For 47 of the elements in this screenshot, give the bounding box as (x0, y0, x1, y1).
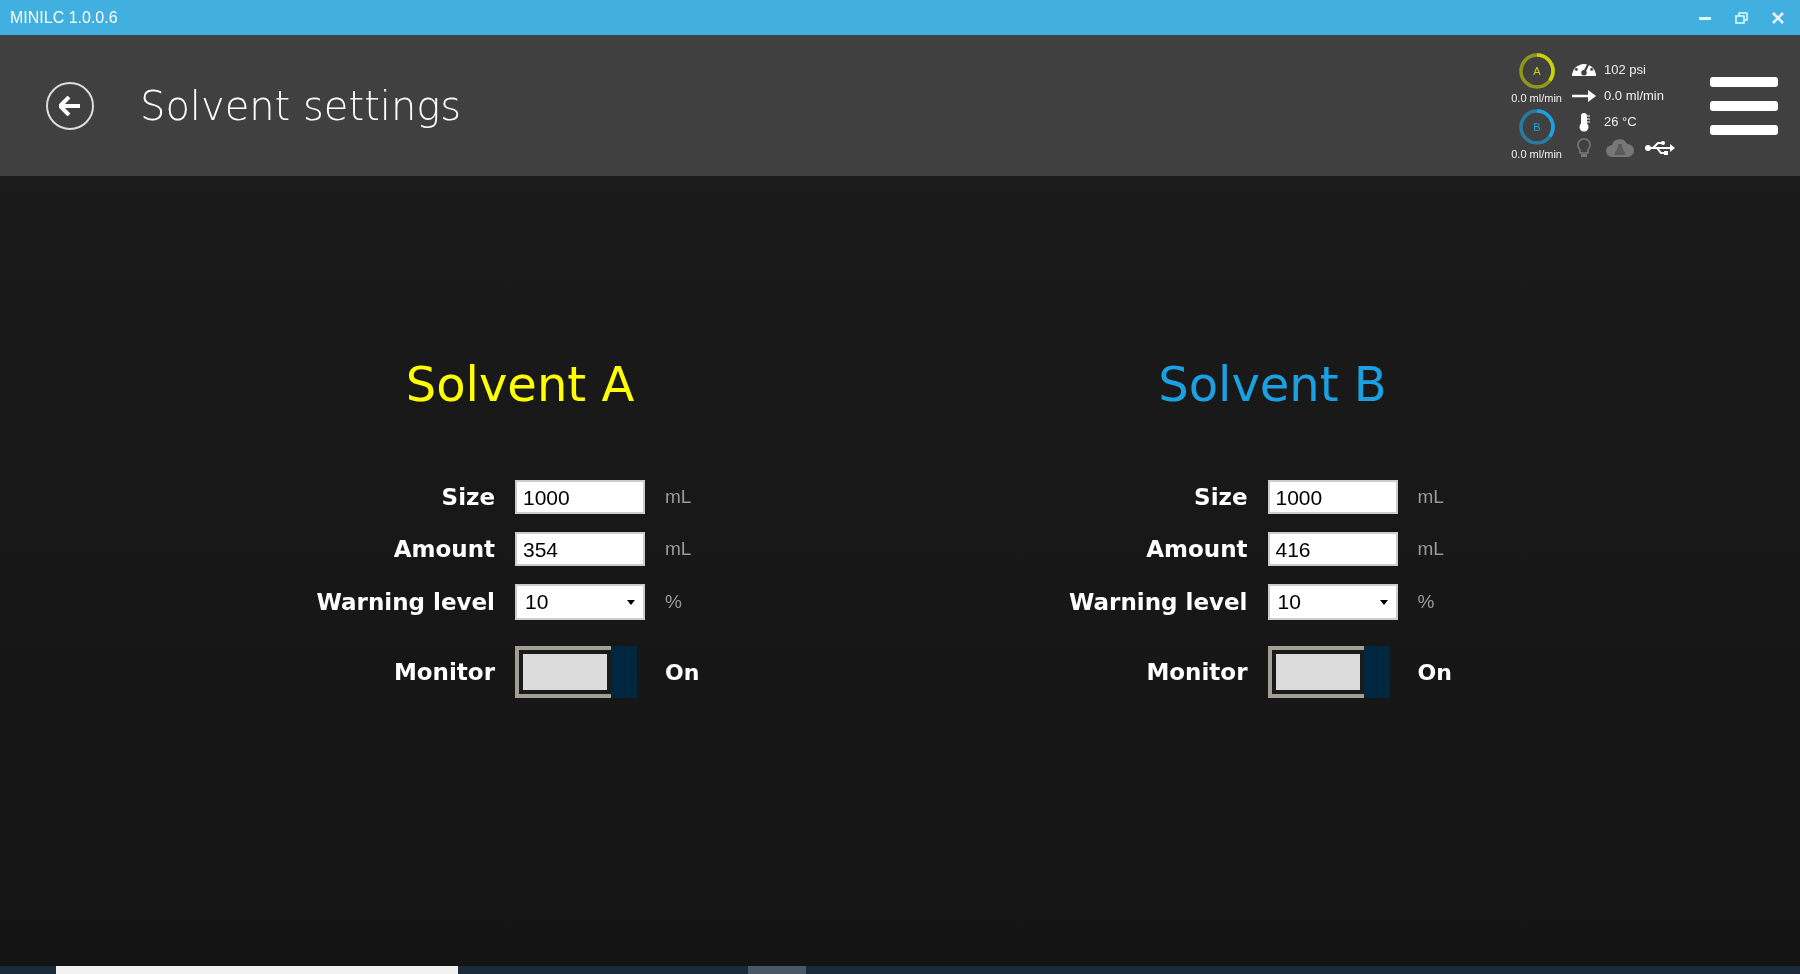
solvent-title: Solvent B (1157, 358, 1388, 410)
size-field[interactable]: 1000 (1267, 480, 1398, 514)
field-label: Monitor (1146, 659, 1248, 685)
amount-field[interactable]: 416 (1267, 532, 1398, 566)
restore-icon[interactable] (1735, 11, 1748, 24)
temperature-reading: 26 °C (1604, 114, 1637, 129)
unit-label: mL (1417, 538, 1445, 560)
monitor-toggle[interactable] (1267, 646, 1390, 698)
unit-label: % (665, 591, 683, 613)
unit-label: mL (1417, 486, 1445, 508)
caret-icon (1379, 599, 1388, 605)
pump-flow: 0.0 ml/min (1511, 91, 1562, 104)
field-label: Monitor (393, 659, 495, 685)
field-label: Amount (393, 536, 495, 562)
close-icon[interactable] (1772, 11, 1784, 24)
field-label: Warning level (1069, 589, 1248, 615)
field-label: Warning level (316, 589, 495, 615)
pump-flow: 0.0 ml/min (1511, 147, 1562, 160)
arrow-right-icon (1572, 88, 1596, 103)
toggle-state-label: On (1417, 659, 1453, 685)
pump-gauge-icon: A (1517, 51, 1556, 90)
arrow-left-icon (59, 95, 81, 116)
warning-level-dropdown[interactable]: 10 (515, 584, 645, 620)
unit-label: mL (665, 538, 693, 560)
solvent-title: Solvent A (404, 358, 636, 410)
warning-level-dropdown[interactable]: 10 (1267, 584, 1398, 620)
back-button[interactable] (46, 81, 94, 130)
window-title: MINILC 1.0.0.6 (10, 8, 118, 27)
field-label: Amount (1146, 536, 1248, 562)
page-title: Solvent settings (140, 82, 462, 129)
field-label: Size (1194, 484, 1248, 510)
flow-reading: 0.0 ml/min (1604, 88, 1664, 103)
gauge-icon (1572, 63, 1596, 76)
caret-icon (627, 599, 635, 605)
menu-button[interactable] (1710, 76, 1778, 135)
toggle-state-label: On (665, 659, 701, 685)
thermometer-icon (1578, 111, 1590, 132)
field-label: Size (441, 484, 495, 510)
amount-field[interactable]: 354 (515, 532, 645, 566)
minimize-icon[interactable] (1699, 15, 1711, 20)
monitor-toggle[interactable] (515, 646, 637, 698)
unit-label: % (1417, 591, 1436, 613)
unit-label: mL (665, 486, 693, 508)
pressure-reading: 102 psi (1604, 62, 1646, 77)
pump-gauge-icon: B (1517, 107, 1556, 146)
search-field[interactable] (56, 966, 458, 974)
size-field[interactable]: 1000 (515, 480, 645, 514)
